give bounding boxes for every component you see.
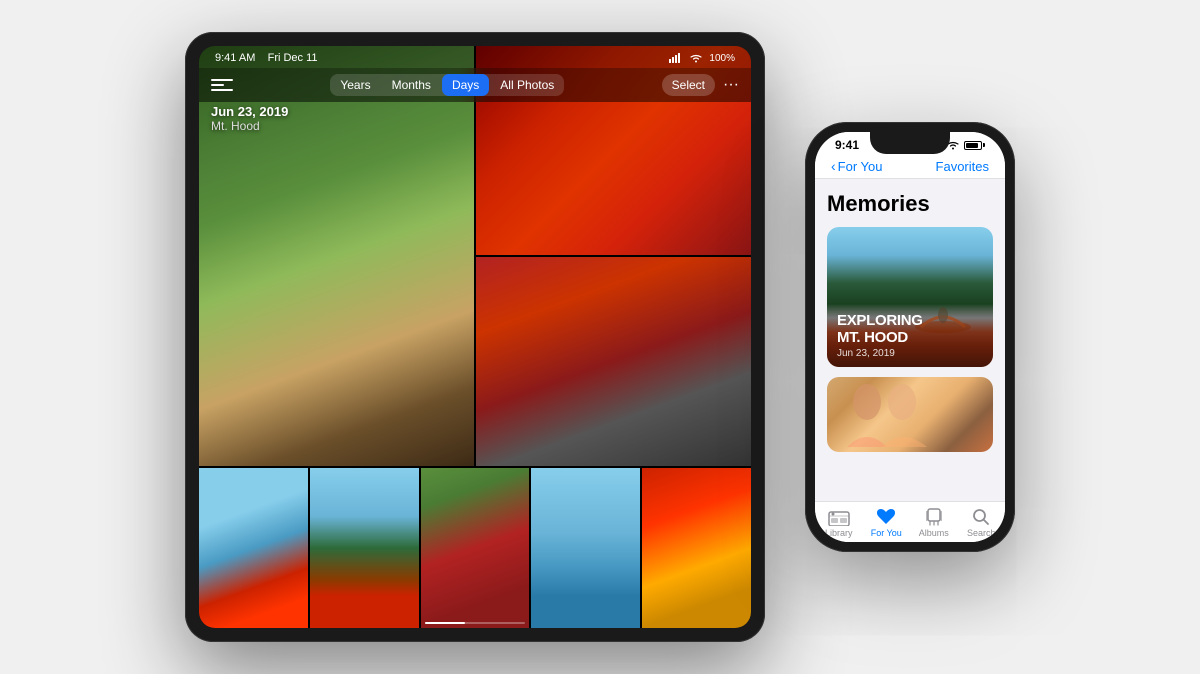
iphone-back-button[interactable]: ‹ For You: [831, 158, 883, 174]
ipad-sidebar-toggle-icon[interactable]: [211, 77, 233, 93]
thumb-canoe-side[interactable]: [199, 468, 308, 628]
tab-albums-label: Albums: [919, 528, 949, 538]
thumb-hiker-mt[interactable]: [310, 468, 419, 628]
ipad-screen: 9:41 AM Fri Dec 11: [199, 46, 751, 628]
ipad-location-text: Mt. Hood: [211, 119, 288, 133]
ipad-select-button[interactable]: Select: [662, 74, 715, 96]
iphone-section-title: Memories: [827, 191, 993, 217]
ipad-thumb-row: [199, 468, 751, 628]
ipad-date-info: Jun 23, 2019 Mt. Hood: [211, 104, 288, 133]
iphone-notch: [870, 132, 950, 154]
iphone-tab-albums[interactable]: Albums: [910, 508, 958, 538]
ipad-navbar-left: [211, 77, 233, 93]
memory-title-1: EXPLORING MT. HOOD: [837, 313, 983, 346]
thumb-canoe-paddle[interactable]: [642, 468, 751, 628]
segment-days[interactable]: Days: [442, 74, 489, 96]
ipad-date-text: Jun 23, 2019: [211, 104, 288, 119]
library-icon-svg: [828, 508, 850, 526]
tab-foryou-label: For You: [871, 528, 902, 538]
iphone-device: 9:41: [805, 122, 1015, 552]
iphone-time: 9:41: [835, 138, 859, 152]
iphone-back-label: For You: [838, 159, 883, 174]
iphone-favorites-button[interactable]: Favorites: [936, 159, 989, 174]
segment-years[interactable]: Years: [330, 74, 380, 96]
ipad-photo-grid: [199, 46, 751, 628]
ipad-more-button[interactable]: ···: [723, 76, 739, 94]
foryou-icon: [875, 508, 897, 526]
iphone-tab-library[interactable]: Library: [815, 508, 863, 538]
thumb-progress-bar: [425, 622, 526, 624]
ipad-statusbar-right: 100%: [669, 53, 735, 64]
iphone-navbar: ‹ For You Favorites: [815, 154, 1005, 179]
memory-card-overlay-1: EXPLORING MT. HOOD Jun 23, 2019: [827, 305, 993, 367]
photo-red-canoe-person[interactable]: [476, 257, 751, 466]
tab-search-label: Search: [967, 528, 996, 538]
search-icon-svg: [972, 508, 990, 526]
iphone-battery-icon: [964, 141, 985, 150]
scene: 9:41 AM Fri Dec 11: [185, 32, 1015, 642]
iphone-tabbar: Library For You: [815, 501, 1005, 542]
iphone-content: Memories EXPLORING MT. HOOD Jun 23, 2019: [815, 179, 1005, 501]
memory-date-1: Jun 23, 2019: [837, 348, 983, 359]
ipad-time: 9:41 AM: [215, 52, 255, 64]
ipad-segment-control: Years Months Days All Photos: [330, 74, 564, 96]
selfie-figures: [837, 382, 937, 447]
thumb-progress-fill: [425, 622, 465, 624]
segment-all-photos[interactable]: All Photos: [490, 74, 564, 96]
thumb-lake-still[interactable]: [531, 468, 640, 628]
ipad-wifi-icon: [689, 53, 703, 63]
iphone-screen: 9:41: [815, 132, 1005, 542]
ipad-date: Fri Dec 11: [268, 52, 318, 64]
iphone-tab-foryou[interactable]: For You: [863, 508, 911, 538]
ipad-battery: 100%: [709, 53, 735, 64]
tab-library-label: Library: [825, 528, 853, 538]
ipad-statusbar-left: 9:41 AM Fri Dec 11: [215, 52, 318, 64]
albums-icon-svg: [924, 508, 944, 526]
memory-card-selfie[interactable]: [827, 377, 993, 452]
ipad-navbar-right: Select ···: [662, 74, 739, 96]
search-icon: [970, 508, 992, 526]
iphone-tab-search[interactable]: Search: [958, 508, 1006, 538]
memory-card-mt-hood[interactable]: EXPLORING MT. HOOD Jun 23, 2019: [827, 227, 993, 367]
library-icon: [828, 508, 850, 526]
ipad-signal-icon: [669, 53, 683, 63]
albums-icon: [923, 508, 945, 526]
thumb-red-girl[interactable]: [421, 468, 530, 628]
foryou-icon-svg: [876, 508, 896, 526]
ipad-device: 9:41 AM Fri Dec 11: [185, 32, 765, 642]
ipad-navbar: Years Months Days All Photos Select ···: [199, 68, 751, 102]
ipad-statusbar: 9:41 AM Fri Dec 11: [199, 46, 751, 68]
segment-months[interactable]: Months: [382, 74, 441, 96]
